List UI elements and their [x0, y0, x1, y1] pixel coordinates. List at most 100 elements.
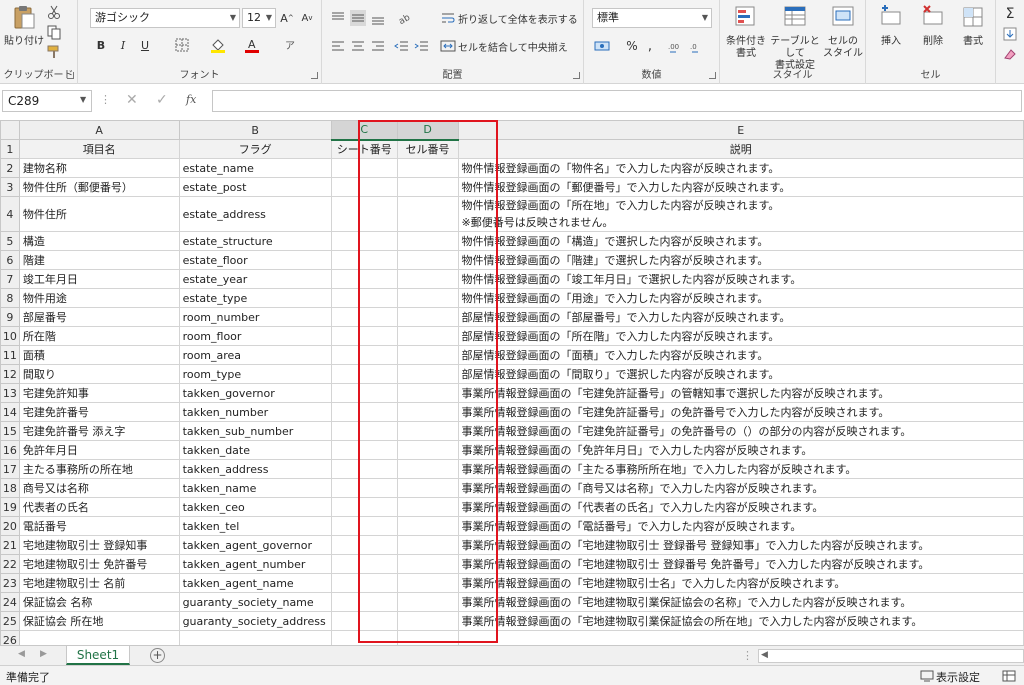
insert-button[interactable]: 挿入: [874, 4, 908, 48]
cell-a[interactable]: 階建: [18, 250, 180, 270]
row-header[interactable]: 19: [0, 497, 20, 517]
format-painter-icon[interactable]: [46, 44, 62, 60]
orientation-icon[interactable]: ab: [396, 10, 412, 26]
cell-c[interactable]: [330, 535, 398, 555]
font-name-select[interactable]: 游ゴシック ▼: [90, 8, 240, 28]
row-header[interactable]: 7: [0, 269, 20, 289]
cell-d[interactable]: [396, 307, 459, 327]
wrap-text-button[interactable]: 折り返して全体を表示する: [458, 10, 578, 26]
borders-icon[interactable]: [174, 37, 190, 53]
cell-b[interactable]: takken_address: [178, 459, 332, 479]
number-launcher-icon[interactable]: [709, 72, 716, 79]
cell-a[interactable]: [18, 630, 180, 645]
cell-e[interactable]: 事業所情報登録画面の「宅地建物取引士 登録番号 免許番号」で入力した内容が反映さ…: [457, 554, 1024, 574]
cell-b[interactable]: [178, 630, 332, 645]
cell-d[interactable]: [396, 611, 459, 631]
cell-d[interactable]: [396, 421, 459, 441]
cell-header-b[interactable]: フラグ: [178, 139, 332, 159]
align-center-icon[interactable]: [350, 38, 366, 54]
cell-e[interactable]: 物件情報登録画面の「郵便番号」で入力した内容が反映されます。: [457, 177, 1024, 197]
cell-header-c[interactable]: シート番号: [330, 139, 398, 159]
fill-down-icon[interactable]: [1002, 26, 1018, 42]
formula-input[interactable]: [212, 90, 1022, 112]
cell-c[interactable]: [330, 158, 398, 178]
cell-d[interactable]: [396, 554, 459, 574]
font-launcher-icon[interactable]: [311, 72, 318, 79]
cell-e[interactable]: 部屋情報登録画面の「所在階」で入力した内容が反映されます。: [457, 326, 1024, 346]
cell-e[interactable]: 部屋情報登録画面の「面積」で入力した内容が反映されます。: [457, 345, 1024, 365]
cell-header-d[interactable]: セル番号: [396, 139, 459, 159]
row-header[interactable]: 6: [0, 250, 20, 270]
row-header[interactable]: 25: [0, 611, 20, 631]
cell-d[interactable]: [396, 440, 459, 460]
copy-icon[interactable]: [46, 24, 62, 40]
cell-b[interactable]: estate_type: [178, 288, 332, 308]
display-settings-icon[interactable]: [920, 670, 934, 682]
row-header[interactable]: 22: [0, 554, 20, 574]
cell-d[interactable]: [396, 592, 459, 612]
cell-b[interactable]: takken_ceo: [178, 497, 332, 517]
number-format-select[interactable]: 標準 ▼: [592, 8, 712, 28]
cell-d[interactable]: [396, 326, 459, 346]
delete-button[interactable]: 削除: [916, 4, 950, 48]
cell-b[interactable]: room_area: [178, 345, 332, 365]
cell-c[interactable]: [330, 573, 398, 593]
row-header[interactable]: 18: [0, 478, 20, 498]
row-header[interactable]: 16: [0, 440, 20, 460]
increase-indent-icon[interactable]: [414, 38, 430, 54]
cell-a[interactable]: 物件用途: [18, 288, 180, 308]
conditional-format-button[interactable]: 条件付き 書式: [724, 4, 768, 60]
autosum-icon[interactable]: Σ: [1002, 6, 1018, 22]
cell-c[interactable]: [330, 554, 398, 574]
cell-b[interactable]: room_floor: [178, 326, 332, 346]
horizontal-scrollbar[interactable]: ◀: [758, 649, 1024, 663]
insert-function-icon[interactable]: fx: [186, 93, 196, 106]
cell-b[interactable]: estate_post: [178, 177, 332, 197]
cell-e[interactable]: 事業所情報登録画面の「宅建免許証番号」の管轄知事で選択した内容が反映されます。: [457, 383, 1024, 403]
row-header[interactable]: 14: [0, 402, 20, 422]
cell-d[interactable]: [396, 288, 459, 308]
cell-b[interactable]: estate_name: [178, 158, 332, 178]
row-header[interactable]: 3: [0, 177, 20, 197]
row-header[interactable]: 26: [0, 630, 20, 645]
align-right-icon[interactable]: [370, 38, 386, 54]
cell-b[interactable]: guaranty_society_address: [178, 611, 332, 631]
phonetic-icon[interactable]: ア: [282, 37, 298, 53]
cell-d[interactable]: [396, 535, 459, 555]
cell-c[interactable]: [330, 383, 398, 403]
cell-c[interactable]: [330, 497, 398, 517]
align-middle-icon[interactable]: [350, 10, 366, 26]
cell-e[interactable]: 事業所情報登録画面の「宅建免許証番号」の免許番号の（）の部分の内容が反映されます…: [457, 421, 1024, 441]
cell-b[interactable]: guaranty_society_name: [178, 592, 332, 612]
cell-b[interactable]: estate_address: [178, 196, 332, 232]
cell-a[interactable]: 商号又は名称: [18, 478, 180, 498]
cell-b[interactable]: estate_year: [178, 269, 332, 289]
cell-a[interactable]: 構造: [18, 231, 180, 251]
cell-c[interactable]: [330, 345, 398, 365]
cell-d[interactable]: [396, 630, 459, 645]
decrease-font-button[interactable]: Av: [298, 9, 316, 27]
cell-a[interactable]: 物件住所（郵便番号）: [18, 177, 180, 197]
cell-e[interactable]: 事業所情報登録画面の「宅建免許証番号」の免許番号で入力した内容が反映されます。: [457, 402, 1024, 422]
cell-b[interactable]: room_number: [178, 307, 332, 327]
cell-e[interactable]: 物件情報登録画面の「用途」で入力した内容が反映されます。: [457, 288, 1024, 308]
cell-e[interactable]: 事業所情報登録画面の「宅地建物取引士名」で入力した内容が反映されます。: [457, 573, 1024, 593]
font-color-icon[interactable]: A: [244, 37, 260, 53]
cell-a[interactable]: 宅地建物取引士 登録知事: [18, 535, 180, 555]
cell-c[interactable]: [330, 269, 398, 289]
normal-view-icon[interactable]: [1002, 670, 1016, 682]
select-all-corner[interactable]: [0, 120, 20, 140]
scroll-left-icon[interactable]: ◀: [18, 649, 25, 659]
cell-a[interactable]: 物件住所: [18, 196, 180, 232]
cell-c[interactable]: [330, 196, 398, 232]
cell-a[interactable]: 竣工年月日: [18, 269, 180, 289]
wrap-text-icon[interactable]: [440, 10, 456, 26]
cell-e[interactable]: 部屋情報登録画面の「間取り」で選択した内容が反映されます。: [457, 364, 1024, 384]
cell-e[interactable]: 事業所情報登録画面の「宅地建物取引士 登録番号 登録知事」で入力した内容が反映さ…: [457, 535, 1024, 555]
row-header[interactable]: 17: [0, 459, 20, 479]
cell-b[interactable]: takken_agent_number: [178, 554, 332, 574]
row-header[interactable]: 1: [0, 139, 20, 159]
cell-d[interactable]: [396, 158, 459, 178]
cell-b[interactable]: takken_governor: [178, 383, 332, 403]
merge-center-button[interactable]: セルを結合して中央揃え: [458, 38, 568, 54]
